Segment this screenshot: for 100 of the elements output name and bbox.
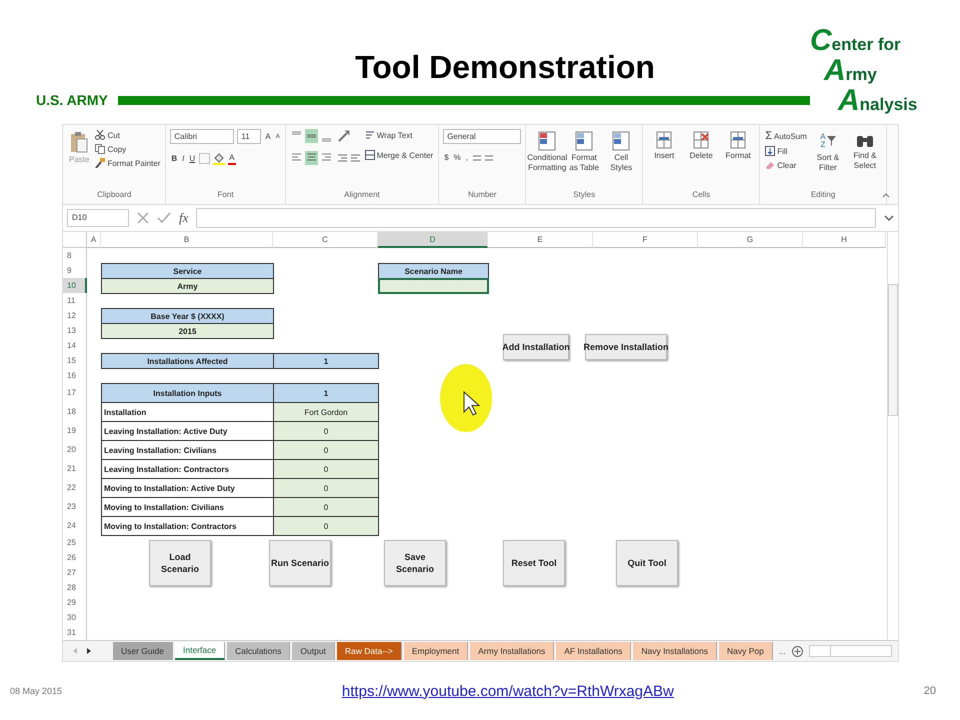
row-header[interactable]: 13 xyxy=(63,323,87,338)
row-header[interactable]: 20 xyxy=(63,440,87,459)
table-cell[interactable]: Army xyxy=(101,278,274,294)
font-size-field[interactable]: 11 xyxy=(237,129,262,144)
sheet-tab[interactable]: Employment xyxy=(404,642,468,660)
horizontal-align-icons[interactable] xyxy=(290,151,334,165)
row-header[interactable]: 14 xyxy=(63,338,87,353)
table-cell[interactable]: 2015 xyxy=(101,323,274,339)
row-header[interactable]: 17 xyxy=(63,383,87,402)
input-cell[interactable] xyxy=(378,278,489,294)
grow-font-button[interactable]: A xyxy=(264,131,272,142)
autosum-button[interactable]: Σ AutoSum xyxy=(764,129,808,143)
styles-button[interactable]: Format as Table xyxy=(567,129,602,175)
sheet-tab[interactable]: Raw Data--> xyxy=(336,642,402,660)
styles-button[interactable]: Conditional Formatting xyxy=(530,129,564,175)
copy-button[interactable]: Copy xyxy=(94,143,162,155)
underline-button[interactable]: U xyxy=(188,153,196,164)
macro-button[interactable]: Remove Installation xyxy=(585,334,667,360)
row-header[interactable]: 21 xyxy=(63,459,87,478)
cancel-icon[interactable] xyxy=(137,212,149,224)
format-painter-button[interactable]: Format Painter xyxy=(94,157,162,169)
formula-field[interactable] xyxy=(196,208,876,228)
row-header[interactable]: 24 xyxy=(63,516,87,535)
sheet-tab[interactable]: Calculations xyxy=(227,642,290,660)
row-header[interactable]: 8 xyxy=(63,248,87,263)
number-format-field[interactable]: General xyxy=(443,129,522,144)
table-cell[interactable]: 0 xyxy=(273,459,379,479)
sheet-tab[interactable]: AF Installations xyxy=(556,642,632,660)
sheet-tab[interactable]: Interface xyxy=(175,642,226,660)
row-header[interactable]: 16 xyxy=(63,368,87,383)
column-header[interactable]: A xyxy=(87,232,101,248)
macro-button[interactable]: Quit Tool xyxy=(616,540,678,586)
column-header[interactable]: E xyxy=(488,232,593,248)
font-color-button[interactable]: A xyxy=(228,152,236,165)
comma-button[interactable]: , xyxy=(464,152,470,163)
row-header[interactable]: 26 xyxy=(63,550,87,565)
fill-button[interactable]: Fill xyxy=(764,145,808,157)
italic-button[interactable]: I xyxy=(181,153,186,164)
row-header[interactable]: 19 xyxy=(63,421,87,440)
bold-button[interactable]: B xyxy=(170,153,178,164)
row-header[interactable]: 12 xyxy=(63,308,87,323)
fill-color-icon[interactable] xyxy=(213,152,226,164)
column-header[interactable]: F xyxy=(593,232,698,248)
cells-button[interactable]: Format xyxy=(721,129,756,162)
macro-button[interactable]: Save Scenario xyxy=(384,540,446,586)
column-header[interactable]: C xyxy=(273,232,378,248)
table-cell[interactable]: 0 xyxy=(273,497,379,517)
sheet-tab[interactable]: User Guide xyxy=(113,642,173,660)
check-icon[interactable] xyxy=(157,212,171,224)
row-header[interactable]: 25 xyxy=(63,535,87,550)
row-header[interactable]: 18 xyxy=(63,402,87,421)
row-header[interactable]: 23 xyxy=(63,497,87,516)
macro-button[interactable]: Run Scenario xyxy=(269,540,331,586)
cells-button[interactable]: Delete xyxy=(684,129,718,162)
sheet-tab[interactable]: Navy Installations xyxy=(633,642,717,660)
sheet-tab[interactable]: Output xyxy=(292,642,335,660)
sheet-tab[interactable]: Navy Pop xyxy=(718,642,773,660)
row-header[interactable]: 11 xyxy=(63,293,87,308)
expand-icon[interactable] xyxy=(884,214,894,222)
sort-filter-button[interactable]: A Z Sort & Filter xyxy=(810,129,845,175)
table-cell[interactable]: 0 xyxy=(273,421,379,441)
merge-center-button[interactable]: Merge & Center xyxy=(364,149,434,161)
macro-button[interactable]: Reset Tool xyxy=(503,540,565,586)
row-header[interactable]: 22 xyxy=(63,478,87,497)
macro-button[interactable]: Add Installation xyxy=(503,334,569,360)
column-header[interactable]: D xyxy=(378,232,488,248)
sheet-tab[interactable]: Army Installations xyxy=(470,642,554,660)
row-header[interactable]: 10 xyxy=(63,278,87,293)
percent-button[interactable]: % xyxy=(452,152,462,163)
cut-button[interactable]: Cut xyxy=(94,129,162,141)
find-select-button[interactable]: Find & Select xyxy=(848,129,882,173)
row-header[interactable]: 28 xyxy=(63,580,87,595)
cells-button[interactable]: Insert xyxy=(647,129,682,162)
column-header[interactable]: H xyxy=(803,232,886,248)
table-cell[interactable]: Fort Gordon xyxy=(273,402,379,422)
table-cell[interactable]: 0 xyxy=(273,478,379,498)
row-header[interactable]: 15 xyxy=(63,353,87,368)
name-box[interactable]: D10 xyxy=(67,209,129,227)
table-cell[interactable]: 0 xyxy=(273,440,379,460)
row-header[interactable]: 30 xyxy=(63,610,87,625)
currency-button[interactable]: $ xyxy=(443,152,450,163)
clear-button[interactable]: Clear xyxy=(764,159,808,171)
table-cell[interactable]: 0 xyxy=(273,516,379,536)
collapse-icon[interactable] xyxy=(882,192,890,198)
add-sheet-icon[interactable] xyxy=(792,646,802,656)
row-header[interactable]: 29 xyxy=(63,595,87,610)
column-header[interactable]: B xyxy=(101,232,273,248)
borders-icon[interactable] xyxy=(199,153,210,164)
video-link[interactable]: https://www.youtube.com/watch?v=RthWrxagABw xyxy=(342,682,674,700)
macro-button[interactable]: Load Scenario xyxy=(149,540,211,586)
next-sheet-icon[interactable] xyxy=(85,647,93,655)
font-name-field[interactable]: Calibri xyxy=(170,129,234,144)
row-header[interactable]: 27 xyxy=(63,565,87,580)
horizontal-scrollbar[interactable] xyxy=(808,645,892,657)
column-header[interactable]: G xyxy=(698,232,803,248)
vertical-scrollbar[interactable] xyxy=(887,232,898,640)
styles-button[interactable]: Cell Styles xyxy=(604,129,638,175)
wrap-text-button[interactable]: Wrap Text xyxy=(364,129,434,141)
more-sheets-button[interactable]: ... xyxy=(778,646,786,656)
vertical-align-icons[interactable] xyxy=(290,129,334,143)
